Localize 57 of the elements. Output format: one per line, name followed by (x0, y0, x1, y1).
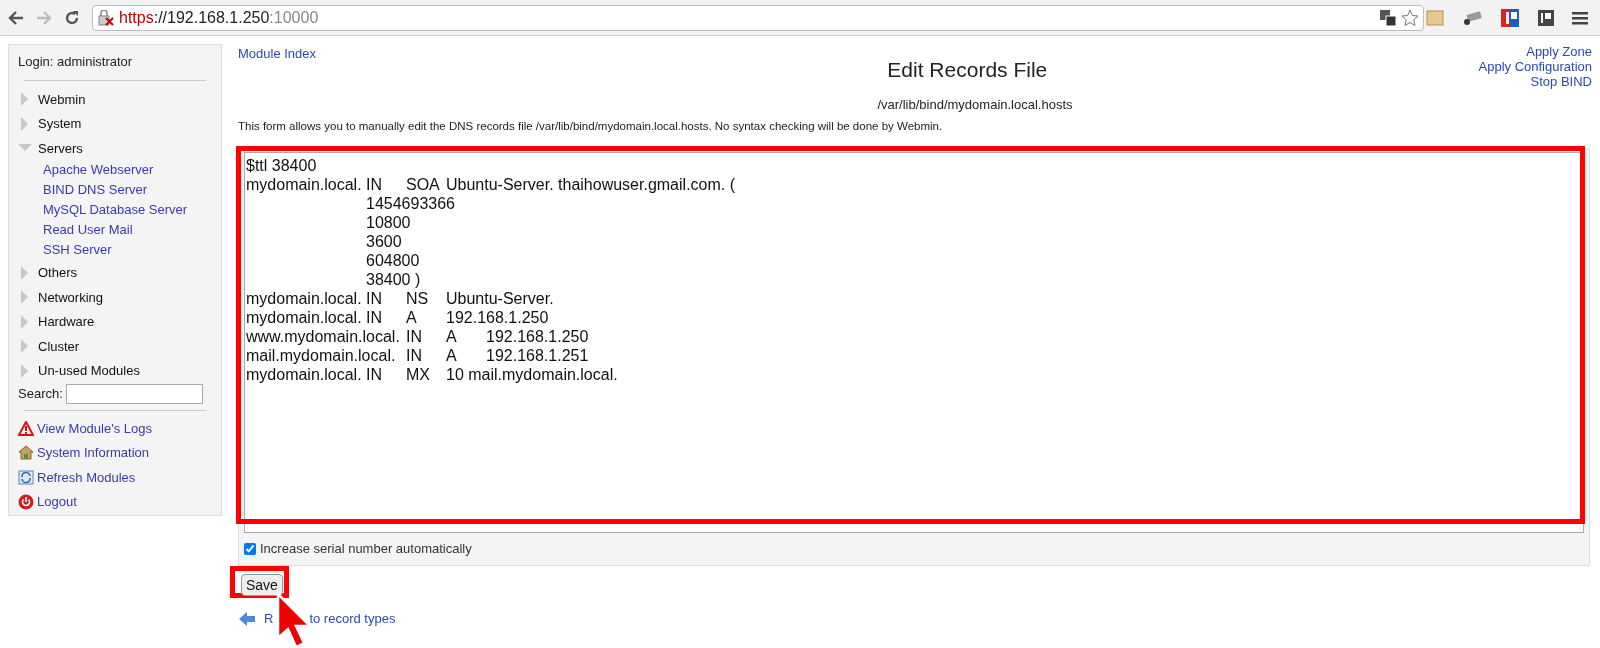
category-item[interactable]: Webmin (18, 87, 212, 112)
module-link[interactable]: MySQL Database Server (18, 200, 212, 221)
serial-checkbox[interactable] (244, 542, 256, 555)
expanded-arrow-icon (18, 144, 32, 153)
sidebar-link[interactable]: View Module's Logs (18, 416, 212, 441)
record-line: 604800 (365, 250, 420, 270)
record-line: 38400 ) (365, 269, 421, 289)
sidebar-link[interactable]: System Information (18, 440, 212, 465)
record-line: 10800 (365, 212, 411, 232)
url-text: https://192.168.1.250:10000 (119, 7, 319, 28)
menu-icon[interactable] (1572, 11, 1588, 25)
save-button[interactable]: Save (241, 573, 283, 596)
description-text: This form allows you to manually edit the DNS records file /var/lib/bind/mydomain.local.hosts. No syntax checking will be done by Webmin. (238, 118, 944, 134)
refresh-icon (18, 469, 34, 485)
back-arrow-icon (239, 611, 255, 626)
record-line: 3600 (365, 231, 402, 251)
sidebar-link[interactable]: Refresh Modules (18, 465, 212, 490)
record-line: $ttl 38400 (246, 155, 317, 175)
login-label: Login: administrator (18, 53, 134, 70)
category-item[interactable]: Others (18, 260, 212, 285)
record-line: mydomain.local. IN NS Ubuntu-Server. (246, 288, 554, 308)
record-line: 1454693366 (365, 193, 455, 213)
module-link[interactable]: BIND DNS Server (18, 180, 212, 201)
sidebar-link[interactable]: Logout (18, 489, 212, 514)
action-link[interactable]: Apply Configuration (1478, 59, 1592, 74)
address-bar[interactable]: https://192.168.1.250:10000 (92, 4, 1424, 31)
power-icon (18, 493, 34, 510)
return-link[interactable]: R (264, 609, 274, 629)
category-item[interactable]: Un-used Modules (18, 358, 212, 383)
broken-lock-icon (97, 9, 115, 26)
reload-icon[interactable] (64, 9, 80, 26)
category-item[interactable]: Networking (18, 285, 212, 310)
page-title: Edit Records File (887, 57, 1048, 83)
record-line: mydomain.local. IN MX 10 mail.mydomain.local. (246, 364, 618, 384)
category-item[interactable]: Hardware (18, 309, 212, 334)
record-line: mydomain.local. IN SOA Ubuntu-Server. thaihowuser.gmail.com. ( (246, 174, 735, 194)
file-path: /var/lib/bind/mydomain.local.hosts (877, 96, 1073, 114)
star-icon[interactable] (1401, 8, 1419, 27)
back-icon[interactable] (8, 10, 24, 25)
record-line: www.mydomain.local. IN A 192.168.1.250 (246, 326, 589, 346)
search-label: Search: (18, 385, 63, 404)
category-item[interactable]: System (18, 111, 212, 136)
category-item[interactable]: Cluster (18, 334, 212, 359)
module-index-link[interactable]: Module Index (238, 44, 317, 64)
search-field[interactable] (65, 384, 203, 404)
serial-label: Increase serial number automatically (260, 540, 472, 558)
action-link[interactable]: Apply Zone (1526, 44, 1592, 59)
record-line: mydomain.local. IN A 192.168.1.250 (246, 307, 549, 327)
module-link[interactable]: Read User Mail (18, 220, 212, 241)
record-line: mail.mydomain.local. IN A 192.168.1.251 (246, 345, 589, 365)
house-icon (18, 445, 34, 461)
action-link[interactable]: Stop BIND (1530, 74, 1592, 89)
return-link[interactable]: to record types (309, 609, 396, 629)
module-link[interactable]: SSH Server (18, 240, 212, 261)
warning-icon (18, 420, 34, 436)
module-link[interactable]: Apache Webserver (18, 160, 212, 181)
category-item[interactable]: Servers (18, 136, 212, 161)
